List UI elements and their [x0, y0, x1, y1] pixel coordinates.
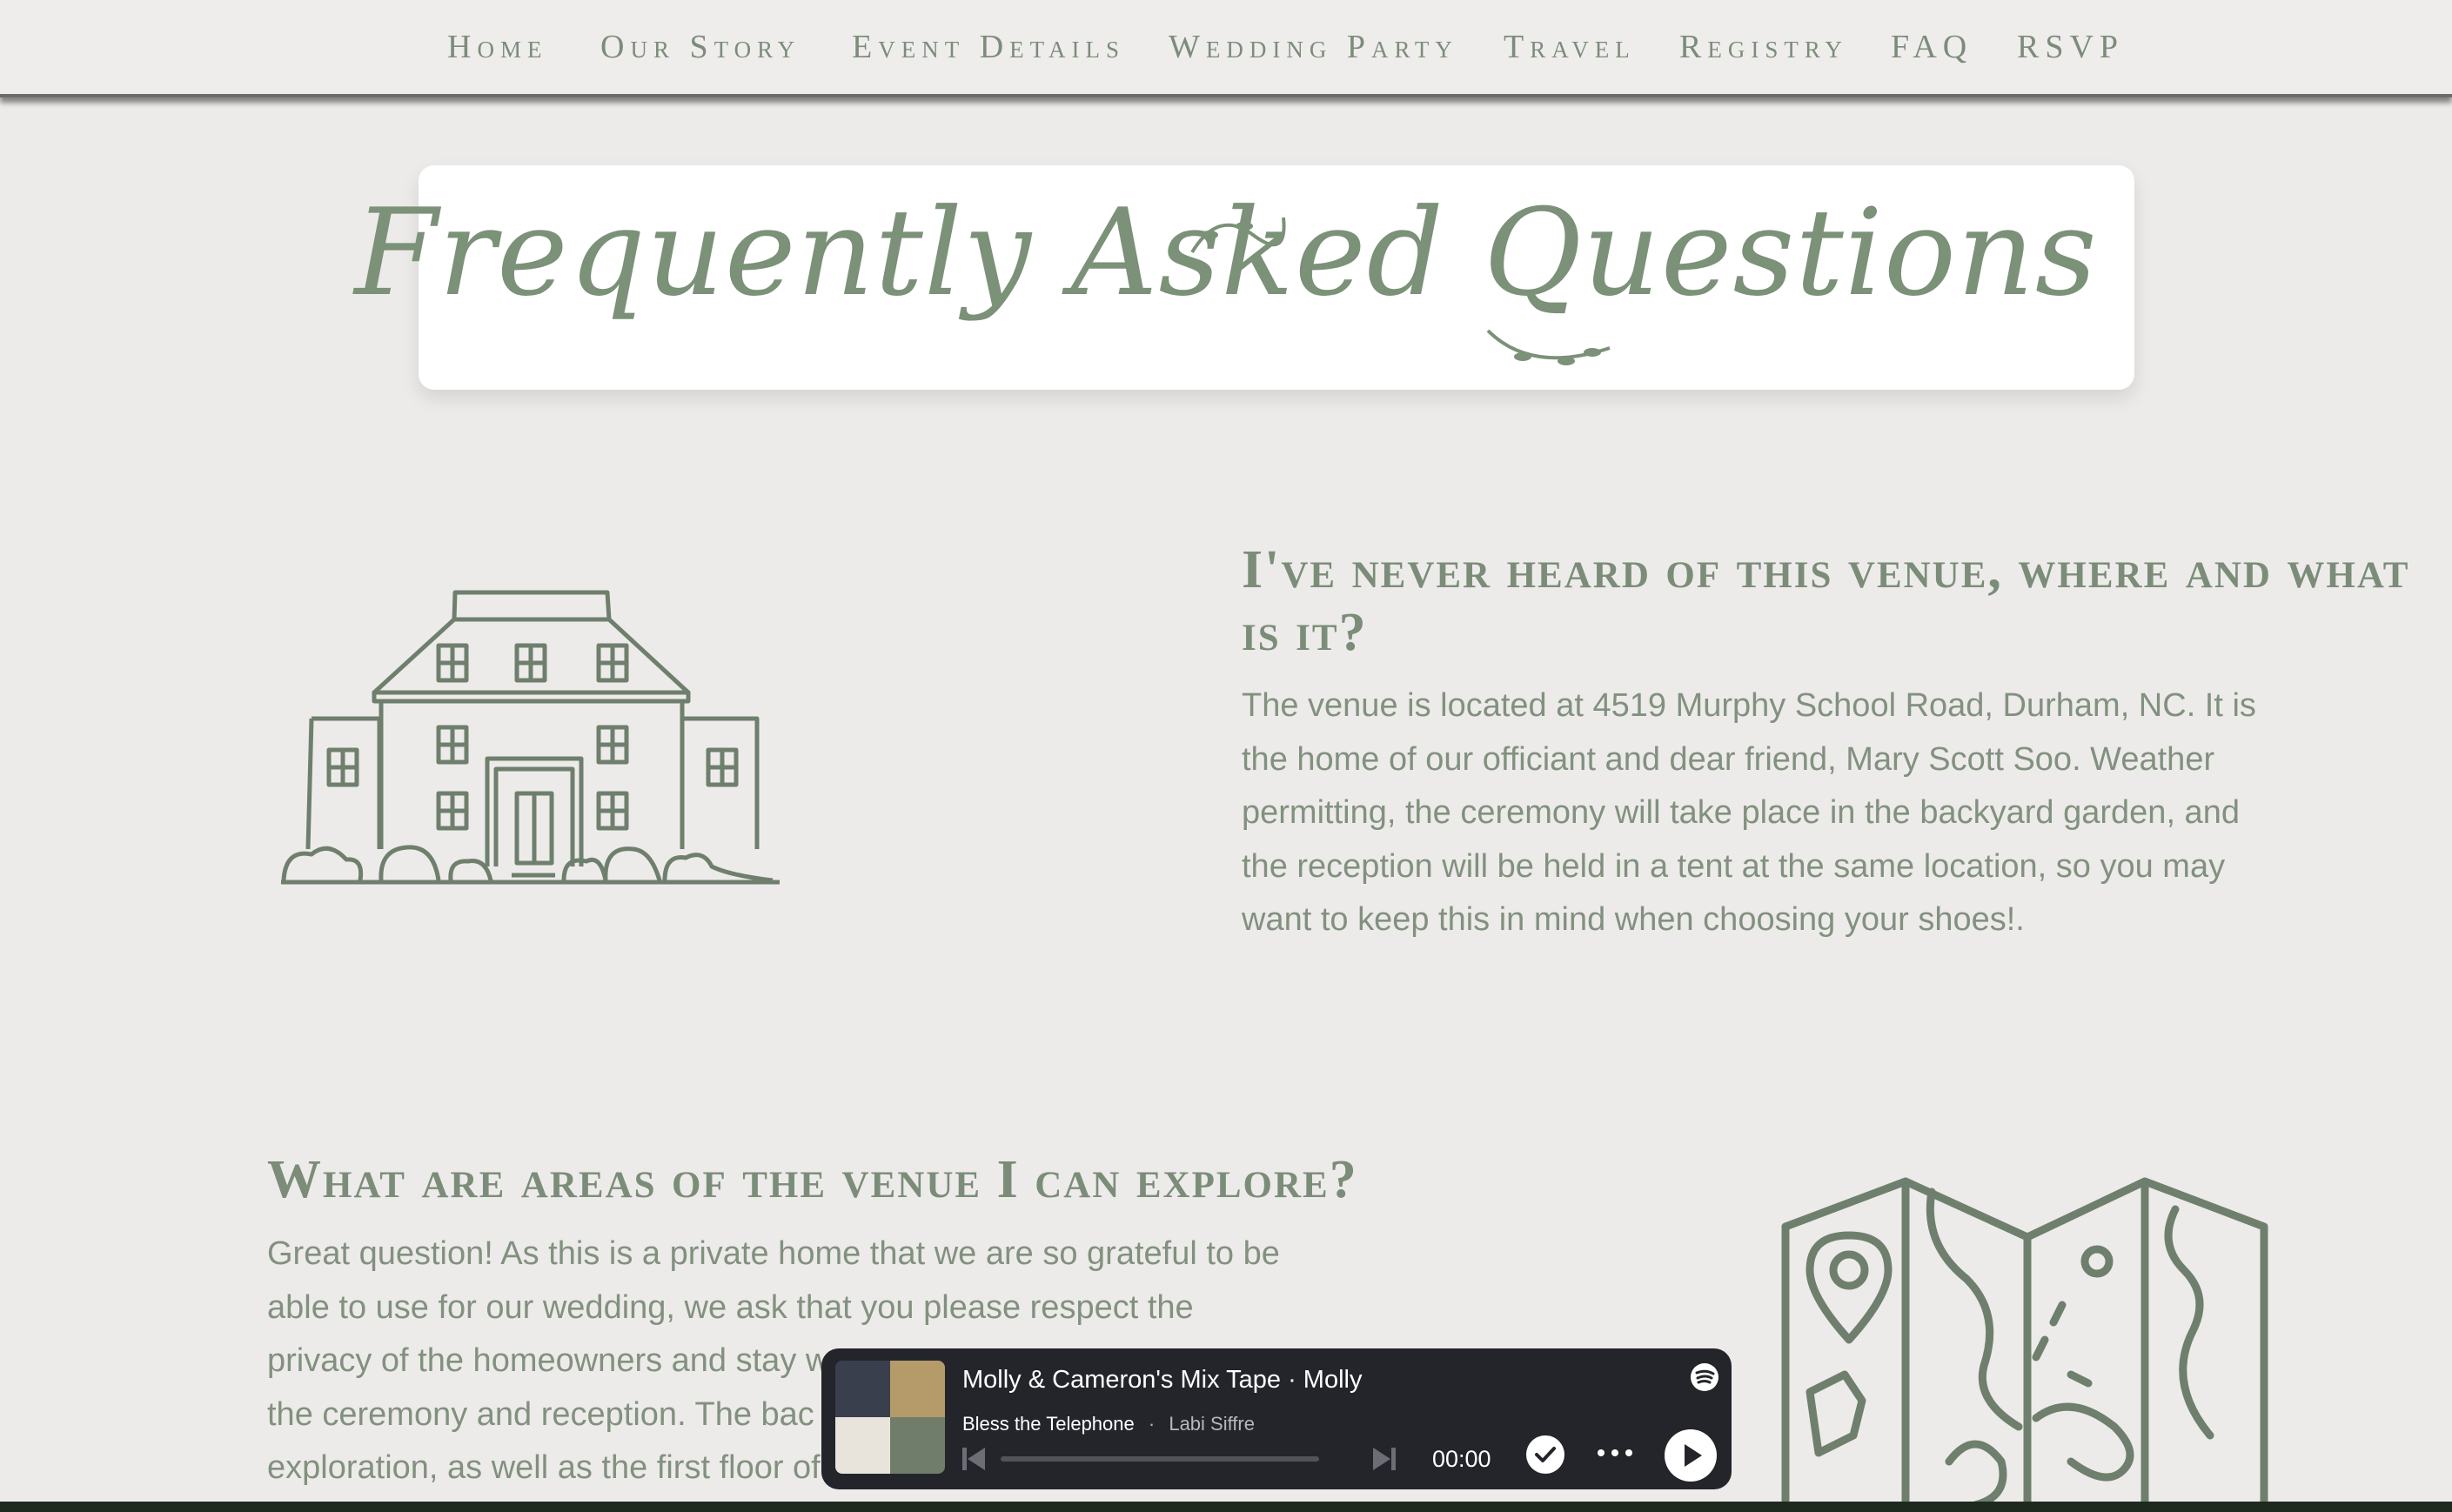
nav-wedding-party[interactable]: Wedding Party [1169, 28, 1458, 66]
nav-travel[interactable]: Travel [1504, 28, 1636, 66]
next-icon[interactable] [1371, 1446, 1397, 1472]
album-cover-collage[interactable] [835, 1361, 945, 1474]
playlist-title[interactable]: Molly & Cameron's Mix Tape · Molly [962, 1366, 1362, 1395]
spotify-icon[interactable] [1690, 1362, 1719, 1392]
track-artist[interactable]: Labi Siffre [1169, 1413, 1255, 1435]
more-icon[interactable] [1596, 1446, 1634, 1460]
answer-line: able to use for our wedding, we ask that… [267, 1288, 1194, 1326]
top-navigation: Home Our Story Event Details Wedding Par… [0, 0, 2452, 97]
nav-event-details[interactable]: Event Details [852, 28, 1125, 66]
playback-time: 00:00 [1432, 1446, 1491, 1472]
nav-rsvp[interactable]: RSVP [2017, 28, 2124, 66]
answer-line: Great question! As this is a private hom… [267, 1235, 1280, 1272]
question-line: I've never heard of this venue, where an… [1242, 540, 2410, 599]
faq-question-explore: What are areas of the venue I can explor… [267, 1148, 1358, 1211]
track-info: Bless the Telephone · Labi Siffre [962, 1413, 1255, 1435]
nav-faq[interactable]: FAQ [1891, 28, 1973, 66]
previous-icon[interactable] [961, 1446, 987, 1472]
house-illustration-icon [281, 590, 780, 885]
answer-line: permitting, the ceremony will take place… [1242, 794, 2240, 831]
answer-line: the home of our officiant and dear frien… [1242, 740, 2215, 778]
track-title[interactable]: Bless the Telephone [962, 1413, 1135, 1435]
vine-flourish-icon [1486, 329, 1611, 365]
faq-answer-venue: The venue is located at 4519 Murphy Scho… [1242, 679, 2256, 947]
faq-question-venue: I've never heard of this venue, where an… [1242, 539, 2409, 664]
question-line: is it? [1242, 603, 1368, 662]
progress-bar[interactable] [1001, 1456, 1319, 1462]
answer-line: The venue is located at 4519 Murphy Scho… [1242, 687, 2256, 724]
play-icon[interactable] [1664, 1428, 1718, 1482]
vine-flourish-icon [1190, 217, 1286, 254]
question-line: What are areas of the venue I can explor… [267, 1150, 1358, 1209]
nav-registry[interactable]: Registry [1679, 28, 1848, 66]
track-separator: · [1148, 1413, 1156, 1435]
footer-image-strip [0, 1502, 2452, 1512]
nav-our-story[interactable]: Our Story [600, 28, 801, 66]
music-player: Molly & Cameron's Mix Tape · Molly Bless… [821, 1348, 1732, 1489]
answer-line: want to keep this in mind when choosing … [1242, 901, 2025, 938]
map-illustration-icon [1781, 1177, 2268, 1512]
answer-line: the reception will be held in a tent at … [1242, 847, 2226, 885]
saved-check-icon[interactable] [1524, 1434, 1566, 1475]
nav-home[interactable]: Home [447, 28, 547, 66]
